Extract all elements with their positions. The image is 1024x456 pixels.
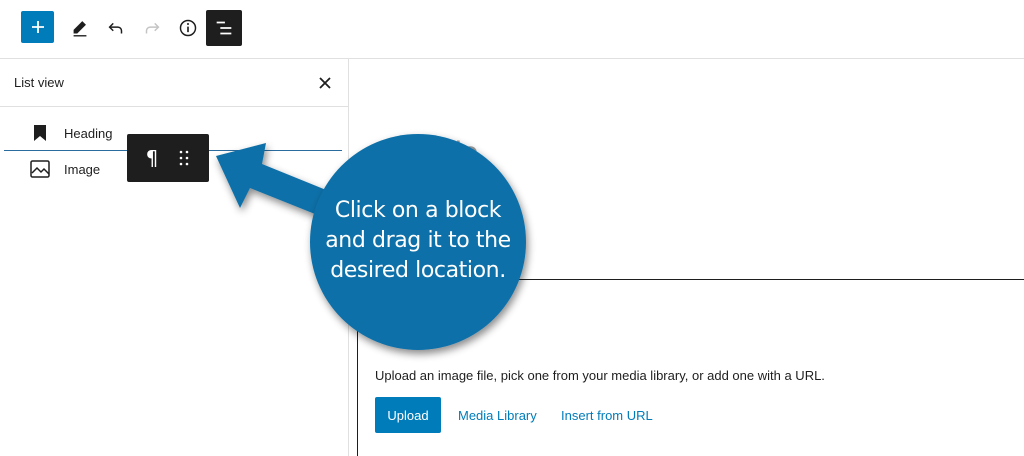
list-view-header: List view [0, 59, 348, 107]
image-icon [28, 157, 52, 181]
list-view-item-label: Heading [64, 125, 113, 141]
image-block-label: Image [408, 318, 470, 343]
list-view-icon [216, 21, 232, 35]
callout-text: Click on a block and drag it to the desi… [318, 196, 518, 286]
close-list-view-button[interactable] [313, 71, 337, 95]
editor-toolbar [0, 0, 1024, 59]
heading-block-text[interactable]: de [445, 136, 478, 170]
list-view-sidebar: List view Heading Image [0, 59, 349, 456]
media-library-button[interactable]: Media Library [458, 397, 537, 433]
pencil-icon [73, 21, 87, 37]
list-view-button[interactable] [206, 10, 242, 46]
add-block-button[interactable] [21, 11, 54, 43]
image-icon [376, 319, 400, 343]
info-icon [179, 19, 197, 37]
bookmark-icon [28, 121, 52, 145]
tools-button[interactable] [62, 10, 98, 46]
details-button[interactable] [170, 10, 206, 46]
image-block-instructions: Upload an image file, pick one from your… [375, 368, 825, 383]
upload-button[interactable]: Upload [375, 397, 441, 433]
drag-handle-icon[interactable] [173, 146, 195, 170]
block-drag-chip[interactable]: ¶ [127, 134, 209, 182]
callout-text-line: and drag it to the [325, 228, 511, 253]
redo-button[interactable] [134, 10, 170, 46]
paragraph-icon: ¶ [145, 146, 159, 170]
list-view-item-label: Image [64, 161, 101, 177]
undo-icon [108, 22, 123, 34]
undo-button[interactable] [98, 10, 134, 46]
callout-text-line: Click on a block [334, 198, 502, 223]
image-block-title: Image [376, 318, 469, 344]
plus-icon [31, 21, 44, 33]
insert-from-url-button[interactable]: Insert from URL [561, 397, 653, 433]
close-icon [319, 77, 331, 89]
list-view-title: List view [14, 75, 64, 90]
redo-icon [145, 22, 160, 34]
callout-text-line: desired location. [330, 258, 506, 283]
